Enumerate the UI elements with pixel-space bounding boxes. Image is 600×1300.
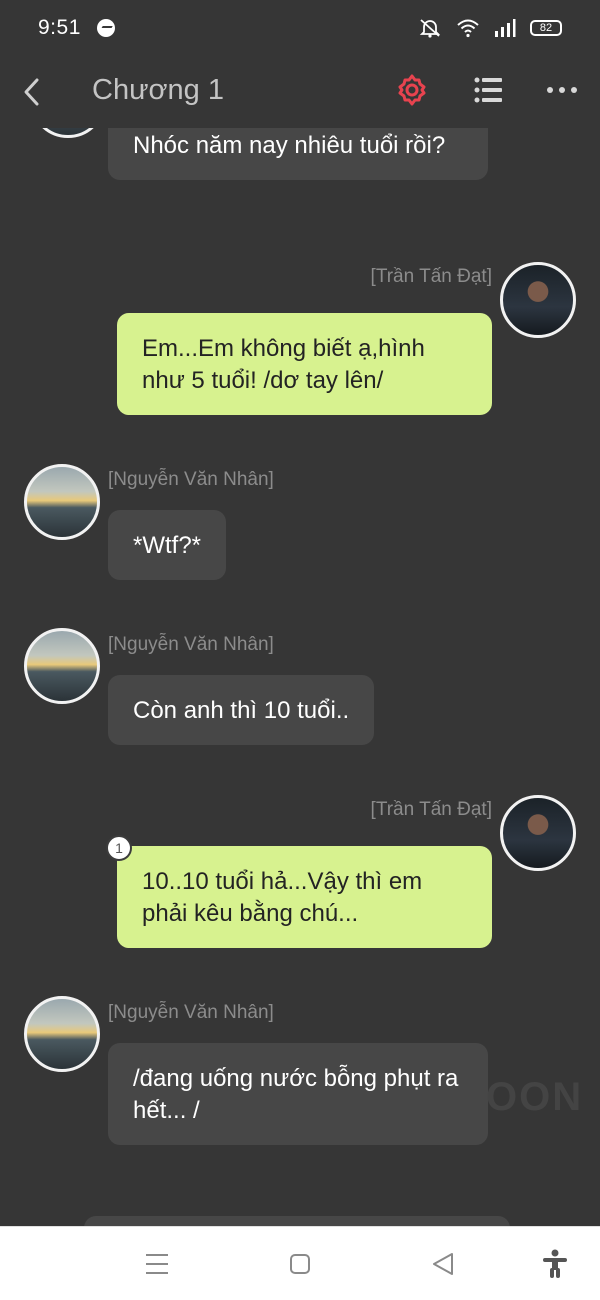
mute-icon — [419, 19, 441, 38]
app-bar: Chương 1 — [0, 56, 600, 128]
message-bubble[interactable]: Em...Em không biết ạ,hình như 5 tuổi! /d… — [117, 313, 492, 415]
sender-name: [Nguyễn Văn Nhân] — [108, 1002, 274, 1023]
message-bubble[interactable]: Còn anh thì 10 tuổi.. — [108, 675, 375, 745]
avatar[interactable] — [500, 795, 576, 871]
message-text: Nhóc năm nay nhiêu tuổi rồi? — [133, 132, 446, 159]
avatar[interactable] — [24, 464, 100, 540]
message-bubble[interactable]: 10..10 tuổi hả...Vậy thì em phải kêu bằn… — [117, 846, 492, 948]
accessibility-button[interactable] — [538, 1247, 572, 1281]
home-button[interactable] — [283, 1247, 317, 1281]
avatar[interactable] — [24, 996, 100, 1072]
more-horizontal-icon — [547, 87, 577, 93]
message-text: Em...Em không biết ạ,hình như 5 tuổi! /d… — [142, 335, 425, 394]
sender-name: [Trần Tấn Đạt] — [370, 799, 492, 820]
chat-area[interactable]: Nhóc năm nay nhiêu tuổi rồi? [Trần Tấn Đ… — [0, 128, 600, 1226]
wifi-icon — [457, 19, 479, 38]
status-bar: 9:51 82 — [0, 0, 600, 56]
system-nav-bar — [0, 1226, 600, 1300]
avatar[interactable] — [24, 628, 100, 704]
list-icon — [474, 77, 502, 103]
status-time: 9:51 — [38, 16, 81, 39]
messenger-icon — [96, 19, 115, 37]
message-bubble[interactable]: /đang uống nước bỗng phụt ra hết... / — [108, 1043, 488, 1145]
back-triangle-icon — [433, 1253, 453, 1275]
message-bubble[interactable]: *Wtf?* — [108, 510, 227, 580]
signal-icon — [495, 19, 516, 37]
message-bubble-partial[interactable] — [84, 1216, 510, 1226]
message-text: /đang uống nước bỗng phụt ra hết... / — [133, 1065, 459, 1124]
recent-apps-button[interactable] — [140, 1247, 174, 1281]
message-bubble[interactable]: Nhóc năm nay nhiêu tuổi rồi? — [108, 128, 488, 180]
sender-name: [Nguyễn Văn Nhân] — [108, 469, 274, 490]
avatar[interactable] — [30, 128, 106, 138]
more-options-button[interactable] — [544, 72, 580, 108]
back-button[interactable] — [14, 74, 50, 110]
page-title: Chương 1 — [92, 74, 224, 106]
message-text: Còn anh thì 10 tuổi.. — [133, 697, 350, 724]
status-icons: 82 — [418, 18, 562, 38]
chevron-left-icon — [24, 78, 39, 106]
sender-name: [Nguyễn Văn Nhân] — [108, 634, 274, 655]
system-back-button[interactable] — [426, 1247, 460, 1281]
message-text: 10..10 tuổi hả...Vậy thì em phải kêu bằn… — [142, 868, 423, 927]
settings-button[interactable] — [394, 72, 430, 108]
comment-count-badge[interactable]: 1 — [106, 835, 132, 861]
sender-name: [Trần Tấn Đạt] — [370, 266, 492, 287]
accessibility-icon — [543, 1249, 567, 1278]
battery-icon: 82 — [530, 20, 562, 36]
watermark-logo: OON — [486, 1075, 584, 1119]
menu-icon — [146, 1254, 168, 1274]
message-text: *Wtf?* — [133, 532, 202, 559]
chapter-list-button[interactable] — [470, 72, 506, 108]
avatar[interactable] — [500, 262, 576, 338]
gear-icon — [398, 74, 426, 106]
home-square-icon — [290, 1254, 310, 1274]
